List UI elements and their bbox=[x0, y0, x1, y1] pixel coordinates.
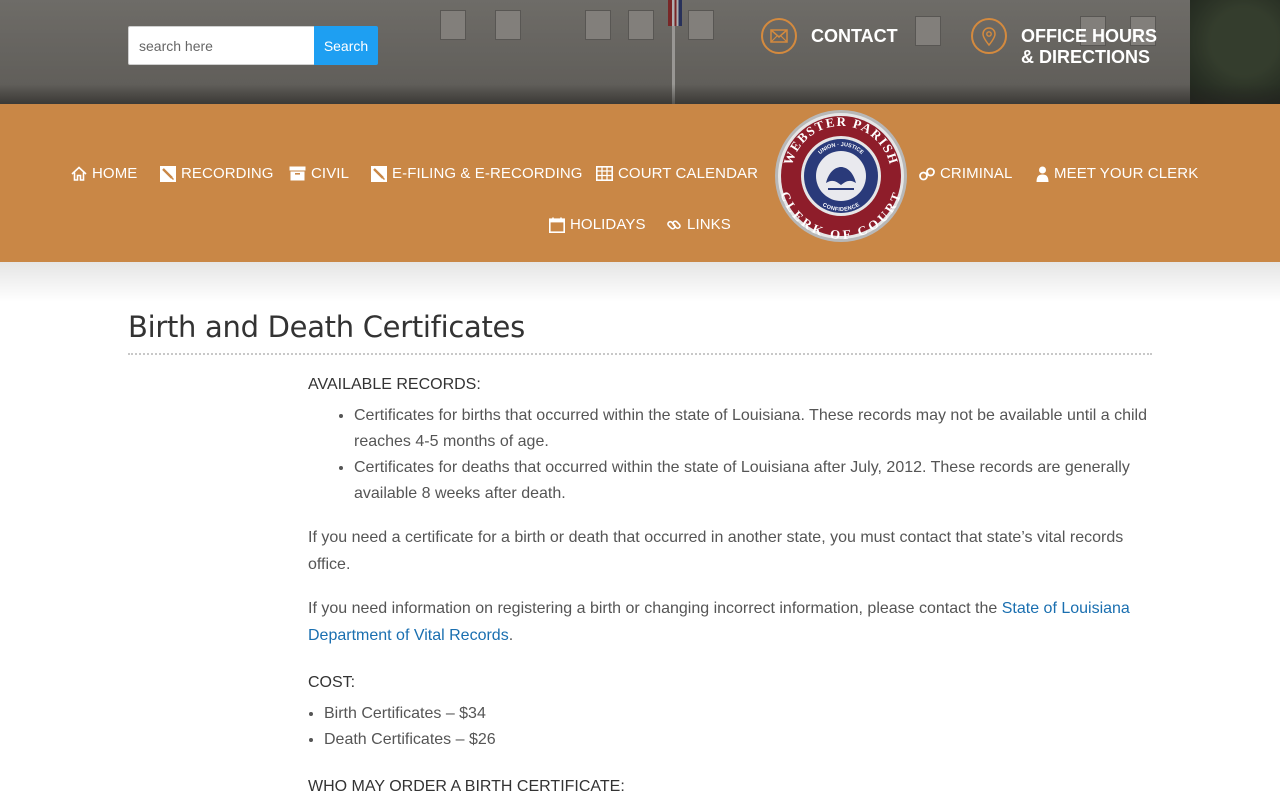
pencil-icon bbox=[371, 165, 387, 182]
office-hours-line1: OFFICE HOURS bbox=[1021, 26, 1158, 46]
search-input[interactable] bbox=[128, 26, 314, 65]
envelope-icon bbox=[761, 18, 797, 54]
archive-box-icon bbox=[289, 166, 306, 181]
nav-efiling[interactable]: E-FILING & E-RECORDING bbox=[371, 165, 583, 182]
register-period: . bbox=[508, 627, 514, 644]
search-form: Search bbox=[128, 26, 378, 65]
register-text: If you need information on registering a… bbox=[308, 600, 1002, 617]
nav-court-calendar[interactable]: COURT CALENDAR bbox=[596, 165, 758, 182]
calendar-icon bbox=[549, 217, 565, 233]
nav-court-calendar-label: COURT CALENDAR bbox=[618, 165, 759, 182]
cost-list: Birth Certificates – $34 Death Certifica… bbox=[308, 701, 1153, 753]
nav-shadow bbox=[0, 262, 1280, 302]
nav-meet-your-clerk[interactable]: MEET YOUR CLERK bbox=[1036, 165, 1198, 182]
nav-civil[interactable]: CIVIL bbox=[289, 165, 349, 182]
pencil-icon bbox=[160, 165, 176, 182]
nav-links[interactable]: LINKS bbox=[666, 216, 731, 233]
office-hours-label: OFFICE HOURS & DIRECTIONS bbox=[1021, 26, 1157, 68]
main-content: AVAILABLE RECORDS: Certificates for birt… bbox=[308, 372, 1153, 800]
list-item: Certificates for births that occurred wi… bbox=[354, 403, 1153, 455]
register-paragraph: If you need information on registering a… bbox=[308, 595, 1153, 649]
location-pin-icon bbox=[971, 18, 1007, 54]
nav-efiling-label: E-FILING & E-RECORDING bbox=[392, 165, 583, 182]
search-button[interactable]: Search bbox=[314, 26, 378, 65]
nav-criminal[interactable]: CRIMINAL bbox=[919, 165, 1012, 182]
list-item: Death Certificates – $26 bbox=[324, 727, 1153, 753]
nav-criminal-label: CRIMINAL bbox=[940, 165, 1013, 182]
link-icon bbox=[666, 217, 682, 233]
office-hours-line2: & DIRECTIONS bbox=[1021, 47, 1151, 67]
contact-label: CONTACT bbox=[811, 26, 898, 46]
who-may-order-heading: WHO MAY ORDER A BIRTH CERTIFICATE: bbox=[308, 778, 625, 795]
nav-meet-your-clerk-label: MEET YOUR CLERK bbox=[1054, 165, 1199, 182]
page-title: Birth and Death Certificates bbox=[128, 310, 525, 344]
user-icon bbox=[1036, 166, 1049, 182]
list-item: Birth Certificates – $34 bbox=[324, 701, 1153, 727]
available-records-list: Certificates for births that occurred wi… bbox=[308, 403, 1153, 507]
office-hours-link[interactable]: OFFICE HOURS & DIRECTIONS bbox=[971, 18, 1157, 68]
nav-recording[interactable]: RECORDING bbox=[160, 165, 274, 182]
parish-seal-logo[interactable]: WEBSTER PARISH CLERK OF COURT UNION · JU… bbox=[774, 109, 908, 243]
nav-links-label: LINKS bbox=[687, 216, 731, 233]
other-state-paragraph: If you need a certificate for a birth or… bbox=[308, 529, 1124, 573]
nav-recording-label: RECORDING bbox=[181, 165, 274, 182]
handcuffs-icon bbox=[919, 167, 935, 181]
table-icon bbox=[596, 166, 613, 181]
contact-link[interactable]: CONTACT bbox=[761, 18, 898, 54]
available-records-heading: AVAILABLE RECORDS: bbox=[308, 376, 481, 393]
list-item: Certificates for deaths that occurred wi… bbox=[354, 455, 1153, 507]
nav-home[interactable]: HOME bbox=[71, 165, 137, 182]
nav-holidays-label: HOLIDAYS bbox=[570, 216, 646, 233]
nav-civil-label: CIVIL bbox=[311, 165, 350, 182]
cost-heading: COST: bbox=[308, 674, 356, 691]
title-divider bbox=[128, 353, 1152, 355]
nav-home-label: HOME bbox=[92, 165, 138, 182]
home-icon bbox=[71, 166, 87, 181]
nav-holidays[interactable]: HOLIDAYS bbox=[549, 216, 646, 233]
main-nav bbox=[0, 104, 1280, 262]
